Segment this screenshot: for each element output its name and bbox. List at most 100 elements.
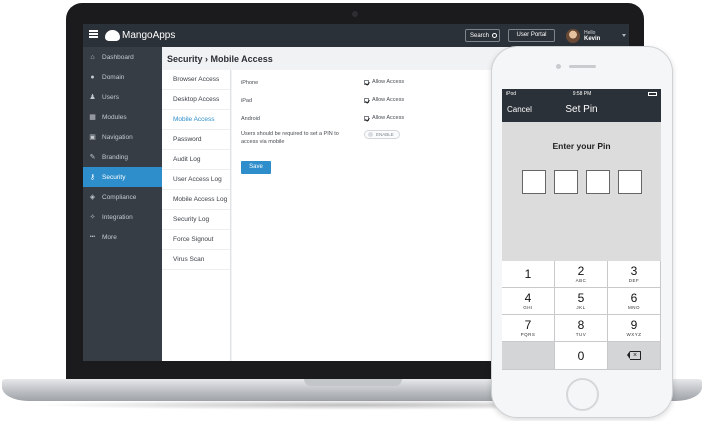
key-digit: 2 <box>577 264 585 278</box>
key-2[interactable]: 2 ABC <box>555 261 608 288</box>
sidebar-item-modules[interactable]: ▦ Modules <box>83 107 162 127</box>
toggle-knob <box>368 132 373 137</box>
key-4[interactable]: 4 GHI <box>502 288 555 315</box>
save-button[interactable]: Save <box>241 161 271 174</box>
key-digit: 6 <box>630 291 638 305</box>
more-icon: ••• <box>89 234 96 240</box>
checkbox-checked-icon <box>364 97 369 103</box>
shield-icon: ◈ <box>89 194 96 201</box>
allow-access-label: Allow Access <box>372 79 405 85</box>
sidebar-item-label: Compliance <box>102 193 137 201</box>
key-7[interactable]: 7 PQRS <box>502 315 555 342</box>
key-9[interactable]: 9 WXYZ <box>608 315 661 342</box>
navigation-icon: ▣ <box>89 134 96 141</box>
key-3[interactable]: 3 DEF <box>608 261 661 288</box>
subnav-item-desktop-access[interactable]: Desktop Access <box>162 90 230 110</box>
subnav-item-security-log[interactable]: Security Log <box>162 210 230 230</box>
subnav-item-mobile-access[interactable]: Mobile Access <box>162 110 230 130</box>
key-0[interactable]: 0 <box>555 342 608 370</box>
sidebar-item-domain[interactable]: ● Domain <box>83 67 162 87</box>
subnav-item-user-access-log[interactable]: User Access Log <box>162 170 230 190</box>
home-button[interactable] <box>566 378 599 411</box>
sidebar-item-label: Dashboard <box>102 53 134 61</box>
numeric-keypad: 1 2 ABC 3 DEF 4 GHI 5 JKL 6 MNO 7 PQRS 8 TUV 9W… <box>502 261 661 370</box>
chevron-down-icon[interactable] <box>622 34 626 37</box>
sidebar-item-label: Navigation <box>102 133 133 141</box>
pin-prompt: Enter your Pin <box>552 141 611 151</box>
key-1[interactable]: 1 <box>502 261 555 288</box>
key-digit: 1 <box>524 266 532 281</box>
allow-access-checkbox-iphone[interactable]: Allow Access <box>364 79 404 85</box>
device-label-android: Android <box>241 116 260 122</box>
sidebar-item-label: Domain <box>102 73 125 81</box>
subnav-item-force-signout[interactable]: Force Signout <box>162 230 230 250</box>
subnav-item-password[interactable]: Password <box>162 130 230 150</box>
sidebar-item-label: Modules <box>102 113 127 121</box>
user-menu[interactable]: Hello Kevin <box>566 27 600 44</box>
avatar <box>566 28 580 43</box>
phone-nav-bar: Cancel Set Pin <box>502 98 661 122</box>
subnav-item-audit-log[interactable]: Audit Log <box>162 150 230 170</box>
checkbox-checked-icon <box>364 115 369 121</box>
allow-access-checkbox-android[interactable]: Allow Access <box>364 115 404 121</box>
key-digit: 5 <box>577 291 585 305</box>
pin-digit-box[interactable] <box>618 170 642 194</box>
app-logo[interactable]: MangoApps <box>105 27 175 43</box>
pin-requirement-label: Users should be required to set a PIN to… <box>241 131 339 145</box>
key-digit: 0 <box>577 348 585 363</box>
sidebar-item-navigation[interactable]: ▣ Navigation <box>83 127 162 147</box>
key-letters: MNO <box>628 305 640 310</box>
search-label: Search <box>470 32 490 39</box>
search-button[interactable]: Search <box>465 29 500 42</box>
subnav-item-browser-access[interactable]: Browser Access <box>162 70 230 90</box>
page-title: Security › Mobile Access <box>167 54 273 64</box>
globe-icon: ● <box>90 73 95 81</box>
carrier: iPod <box>506 90 517 97</box>
security-subnav: Browser Access Desktop Access Mobile Acces… <box>162 70 231 361</box>
pin-entry-area: Enter your Pin <box>502 122 661 261</box>
subnav-item-virus-scan[interactable]: Virus Scan <box>162 250 230 270</box>
toggle-label: ENABLE <box>376 132 394 137</box>
delete-key[interactable]: × <box>608 342 661 370</box>
sidebar-item-more[interactable]: ••• More <box>83 227 162 247</box>
home-icon: ⌂ <box>90 53 95 61</box>
sidebar-item-dashboard[interactable]: ⌂ Dashboard <box>83 47 162 67</box>
pin-digit-box[interactable] <box>554 170 578 194</box>
wrench-icon: ✧ <box>89 214 96 221</box>
search-icon <box>492 33 498 38</box>
pin-digit-box[interactable] <box>586 170 610 194</box>
pin-digit-box[interactable] <box>522 170 546 194</box>
sidebar-item-integration[interactable]: ✧ Integration <box>83 207 162 227</box>
checkbox-checked-icon <box>364 79 369 85</box>
key-8[interactable]: 8 TUV <box>555 315 608 342</box>
phone-speaker <box>569 65 596 68</box>
sidebar-item-compliance[interactable]: ◈ Compliance <box>83 187 162 207</box>
sidebar-item-branding[interactable]: ✎ Branding <box>83 147 162 167</box>
laptop-camera <box>352 11 358 17</box>
sidebar-item-users[interactable]: ♟ Users <box>83 87 162 107</box>
device-label-iphone: iPhone <box>241 80 259 86</box>
modules-icon: ▦ <box>89 114 96 121</box>
mobile-access-form: iPhone Allow Access iPad Allow Access An… <box>232 70 512 361</box>
backspace-icon: × <box>627 351 641 360</box>
sidebar-item-label: Branding <box>102 153 129 161</box>
branding-icon: ✎ <box>89 154 96 161</box>
user-greeting-block: Hello Kevin <box>584 30 600 42</box>
sidebar-item-security[interactable]: ⚷ Security <box>83 167 166 187</box>
allow-access-checkbox-ipad[interactable]: Allow Access <box>364 97 404 103</box>
key-letters: PQRS <box>520 332 536 337</box>
subnav-item-mobile-access-log[interactable]: Mobile Access Log <box>162 190 230 210</box>
app-name: MangoApps <box>122 29 176 41</box>
user-portal-button[interactable]: User Portal <box>508 29 555 42</box>
key-letters: ABC <box>575 278 587 283</box>
key-5[interactable]: 5 JKL <box>555 288 608 315</box>
user-icon: ♟ <box>89 94 96 101</box>
key-letters: TUV <box>575 332 587 337</box>
menu-icon[interactable] <box>89 30 98 38</box>
key-digit: 4 <box>524 291 532 305</box>
sidebar: ⌂ Dashboard ● Domain ♟ Users ▦ Modules ▣ Navigati… <box>83 47 166 361</box>
pin-enable-toggle[interactable]: ENABLE <box>364 130 400 139</box>
mango-logo-icon <box>105 29 120 41</box>
key-letters: JKL <box>576 305 586 310</box>
key-6[interactable]: 6 MNO <box>608 288 661 315</box>
